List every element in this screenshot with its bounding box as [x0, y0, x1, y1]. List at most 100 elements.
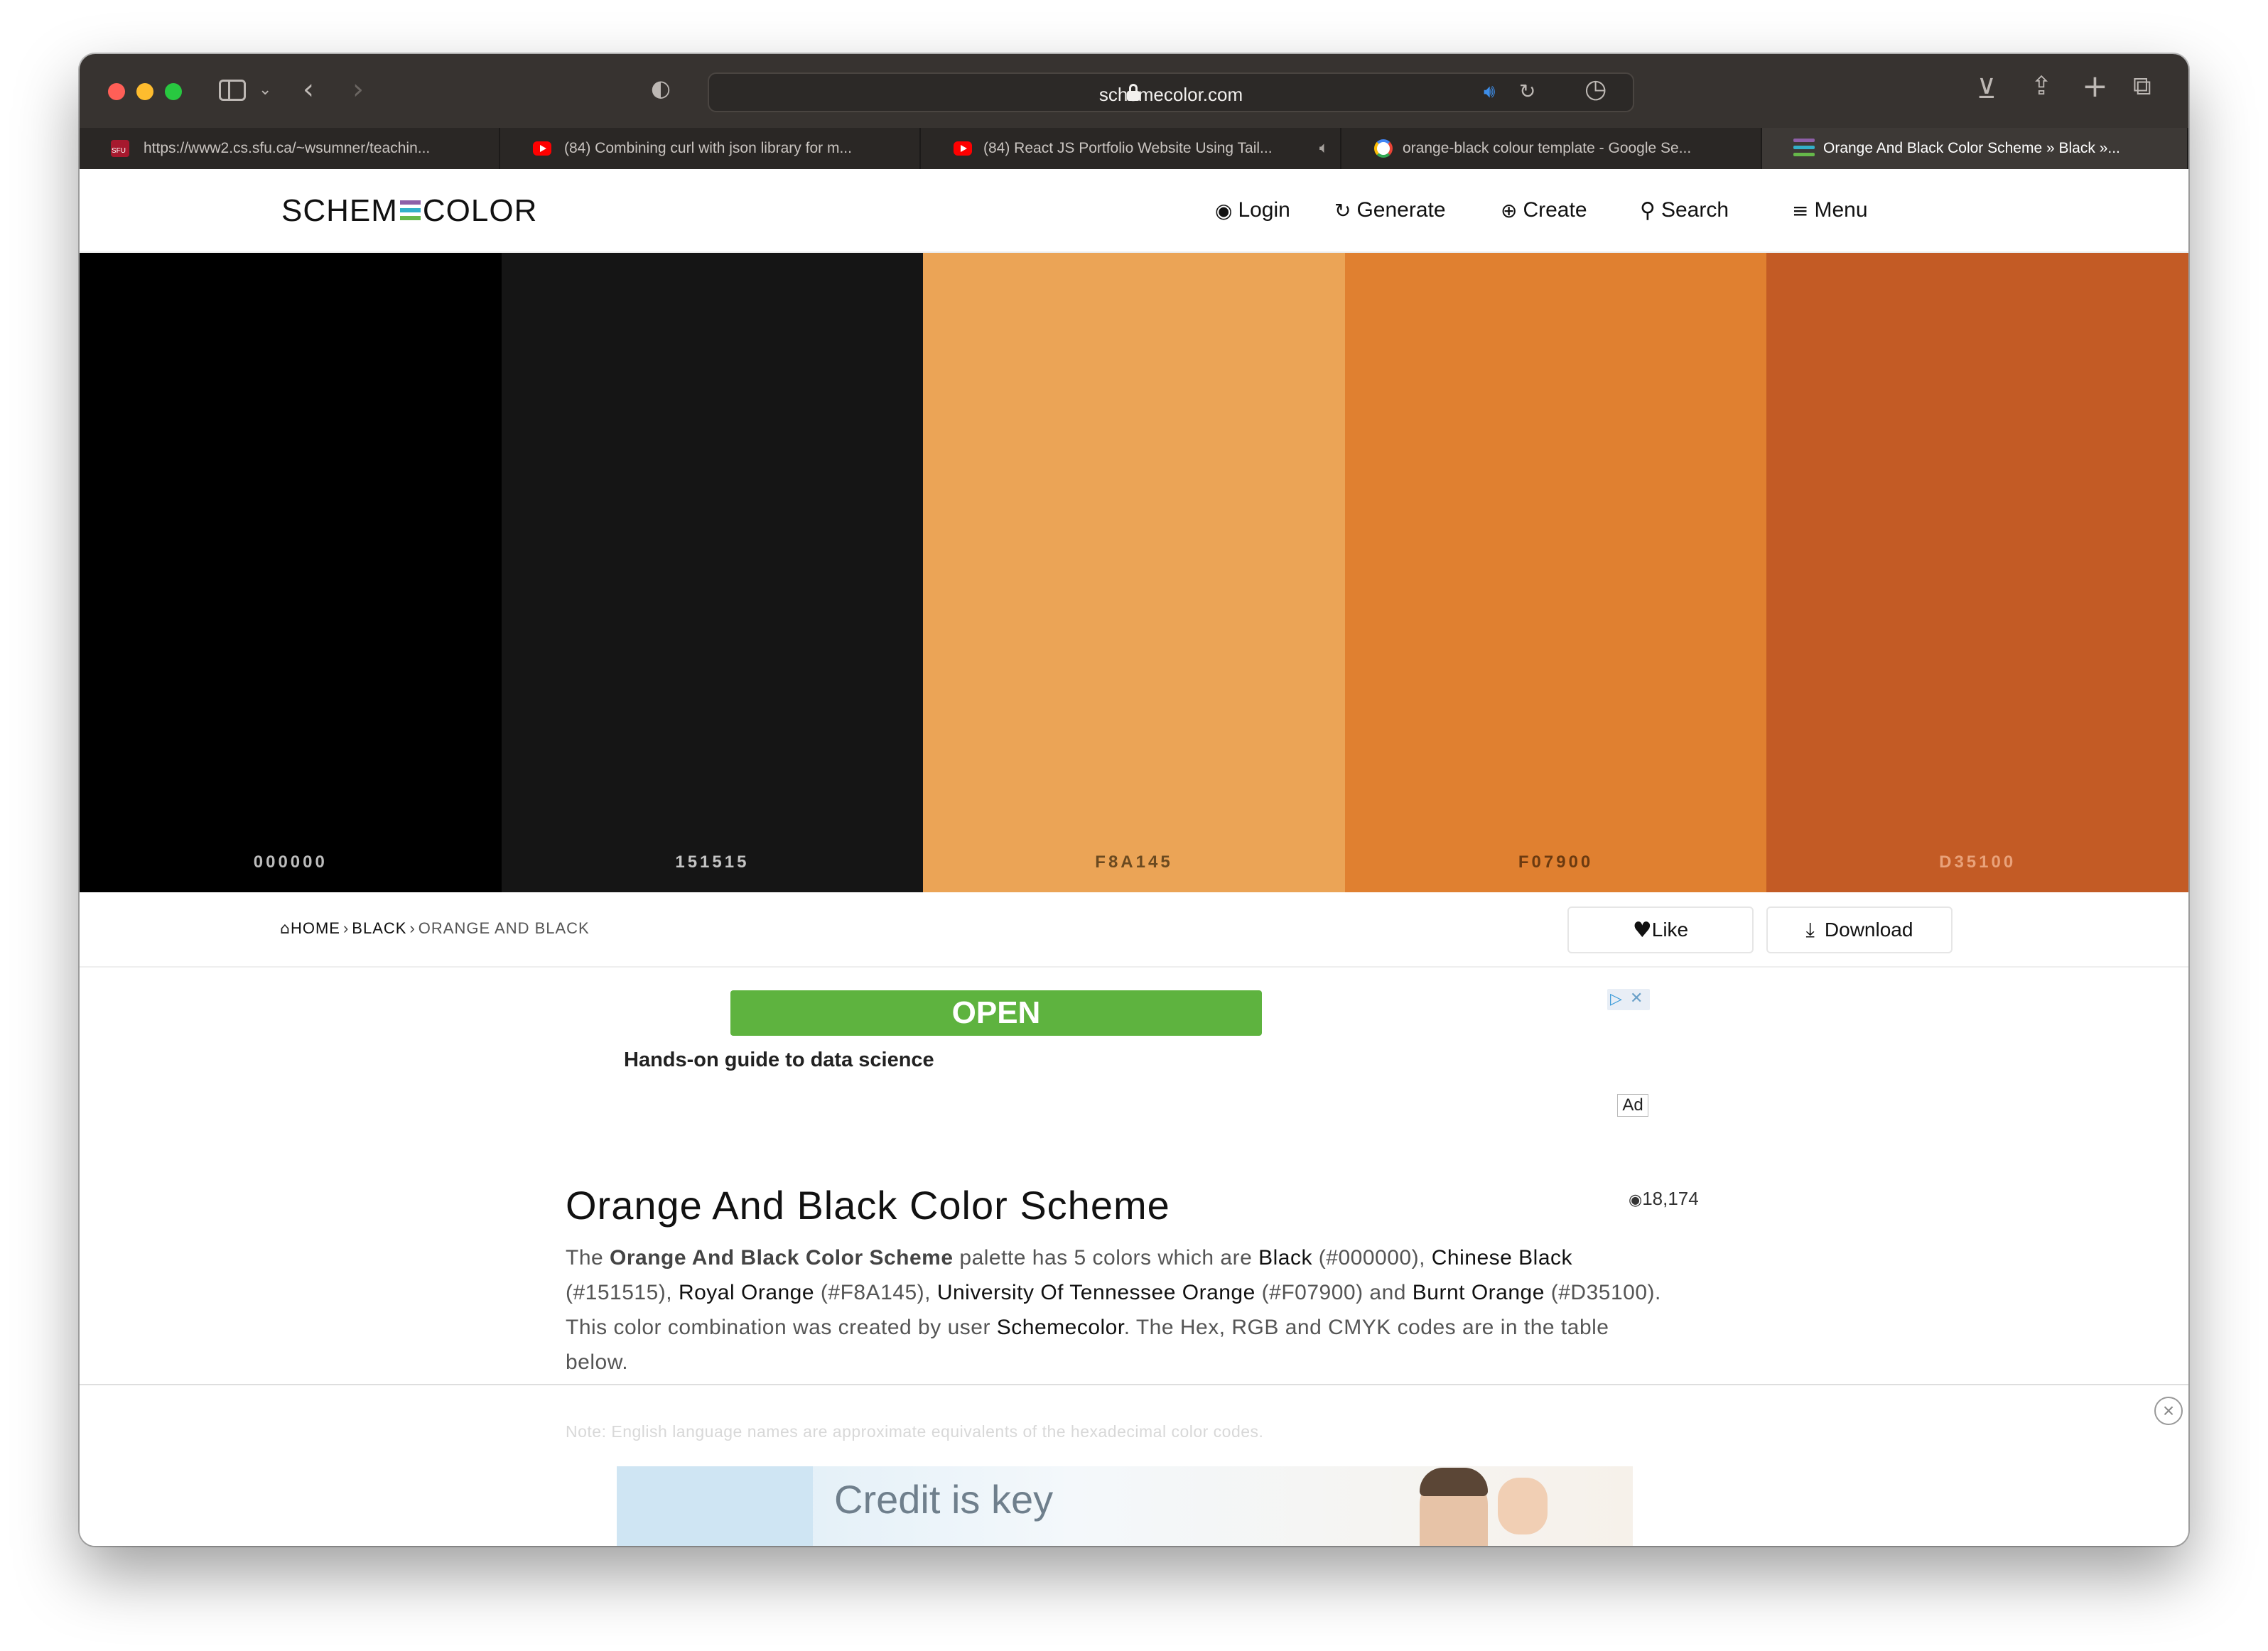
ad-open-button[interactable]: OPEN [730, 990, 1262, 1036]
nav-generate-label: Generate [1356, 198, 1446, 222]
swatch-hex[interactable]: D35100 [1766, 852, 2188, 872]
tab-sfu[interactable]: https://www2.cs.sfu.ca/~wsumner/teachin.… [80, 128, 500, 169]
tab-google[interactable]: orange-black colour template - Google Se… [1341, 128, 1762, 169]
address-bar[interactable]: schemecolor.com 🔊︎ ↻ [708, 72, 1634, 112]
tab-title: orange-black colour template - Google Se… [1403, 140, 1692, 156]
site-header: SCHEM COLOR ◉ Login ↻ Generate ⊕ Create ⚲… [80, 169, 2188, 253]
ad-tagline[interactable]: Hands-on guide to data science [624, 1049, 934, 1072]
like-button[interactable]: ♥ Like [1567, 906, 1754, 953]
nav-create[interactable]: ⊕ Create [1501, 195, 1587, 226]
privacy-shield-icon[interactable]: ◐ [651, 77, 671, 99]
swatch-hex[interactable]: 000000 [80, 852, 502, 872]
tab-title: (84) React JS Portfolio Website Using Ta… [983, 140, 1273, 156]
forward-icon[interactable]: › [352, 75, 364, 104]
like-label: Like [1651, 919, 1689, 941]
ad-badge: Ad [1617, 1094, 1648, 1117]
view-count-value: 18,174 [1642, 1188, 1699, 1209]
new-tab-plus-icon[interactable]: + [2082, 71, 2108, 102]
logo-right-text: COLOR [422, 193, 538, 228]
ad-headline: Credit is key [834, 1477, 1054, 1522]
share-icon[interactable]: ⇪ [2031, 74, 2052, 99]
nav-search[interactable]: ⚲ Search [1640, 195, 1729, 226]
article-description: The Orange And Black Color Scheme palett… [566, 1240, 1674, 1380]
sidebar-toggle-icon[interactable] [219, 80, 246, 101]
tab-title: (84) Combining curl with json library fo… [564, 140, 852, 156]
sfu-icon [111, 140, 129, 157]
ad-hand-image [1498, 1478, 1548, 1534]
description-paragraph: The Orange And Black Color Scheme palett… [566, 1246, 1661, 1304]
home-icon[interactable]: ⌂ [280, 920, 291, 938]
swatch-hex[interactable]: F07900 [1345, 852, 1767, 872]
nav-menu[interactable]: ≡ Menu [1792, 195, 1868, 226]
download-label: Download [1824, 919, 1913, 941]
ad-person-hair [1420, 1468, 1488, 1496]
site-logo[interactable]: SCHEM COLOR [281, 193, 537, 229]
download-button[interactable]: ⤓ Download [1766, 906, 1953, 953]
color-name-note: Note: English language names are approxi… [566, 1422, 1264, 1441]
nav-search-label: Search [1660, 198, 1729, 222]
breadcrumb-separator: › [409, 919, 416, 937]
sticky-ad-overlay: Note: English language names are approxi… [80, 1384, 2188, 1546]
refresh-icon: ↻ [1334, 198, 1351, 222]
close-window-button[interactable] [108, 83, 125, 100]
swatch-2[interactable]: 151515 [501, 253, 924, 892]
color-link-chinese-black[interactable]: Chinese Black [1432, 1246, 1572, 1270]
page-title: Orange And Black Color Scheme [566, 1183, 1170, 1228]
swatch-3[interactable]: F8A145 [923, 253, 1345, 892]
breadcrumb-home[interactable]: HOME [291, 919, 340, 937]
schemecolor-icon [1793, 139, 1815, 156]
creator-link[interactable]: Schemecolor [997, 1316, 1124, 1339]
breadcrumb-separator: › [342, 919, 350, 937]
scheme-name: Orange And Black Color Scheme [610, 1246, 954, 1270]
swatch-4[interactable]: F07900 [1344, 253, 1767, 892]
ad-image-panel [617, 1466, 813, 1546]
reload-icon[interactable]: ↻ [1519, 82, 1535, 102]
chevron-down-icon[interactable]: ⌄ [259, 82, 271, 98]
tab-overview-icon[interactable]: ⧉ [2133, 74, 2151, 99]
back-icon[interactable]: ‹ [303, 75, 314, 104]
swatch-5[interactable]: D35100 [1766, 253, 2188, 892]
breadcrumb-bar: ⌂HOME › BLACK › ORANGE AND BLACK ♥ Like ⤓ Do… [80, 892, 2188, 968]
view-count: ◉18,174 [1629, 1188, 1699, 1210]
tab-title: Orange And Black Color Scheme » Black ».… [1823, 140, 2120, 156]
youtube-icon [533, 141, 551, 156]
nav-menu-label: Menu [1814, 198, 1868, 222]
color-link-royal-orange[interactable]: Royal Orange [679, 1281, 814, 1304]
swatch-hex[interactable]: 151515 [502, 852, 924, 872]
logo-e-mark [399, 199, 421, 222]
nav-create-label: Create [1523, 198, 1587, 222]
color-link-black[interactable]: Black [1258, 1246, 1312, 1270]
tab-schemecolor[interactable]: Orange And Black Color Scheme » Black ».… [1762, 128, 2188, 169]
color-palette: 000000 151515 F8A145 F07900 D35100 [80, 253, 2188, 892]
user-icon: ◉ [1215, 198, 1233, 222]
swatch-hex[interactable]: F8A145 [923, 852, 1345, 872]
google-icon [1374, 139, 1393, 158]
nav-generate[interactable]: ↻ Generate [1334, 195, 1446, 226]
creator-paragraph: This color combination was created by us… [566, 1316, 1609, 1374]
downloads-icon[interactable]: ⊻ [1977, 75, 1997, 102]
history-clock-icon[interactable]: ◷ [1584, 77, 1606, 102]
close-ad-button[interactable]: × [2154, 1397, 2183, 1425]
tab-youtube-curl[interactable]: (84) Combining curl with json library fo… [500, 128, 921, 169]
bottom-ad-banner[interactable]: Credit is key [617, 1466, 1633, 1546]
nav-login-label: Login [1238, 198, 1290, 222]
plus-circle-icon: ⊕ [1501, 198, 1518, 222]
breadcrumb-black[interactable]: BLACK [352, 919, 406, 937]
tab-youtube-react[interactable]: (84) React JS Portfolio Website Using Ta… [921, 128, 1341, 169]
tab-strip: https://www2.cs.sfu.ca/~wsumner/teachin.… [80, 128, 2188, 169]
tab-title: https://www2.cs.sfu.ca/~wsumner/teachin.… [144, 140, 431, 156]
color-link-burnt-orange[interactable]: Burnt Orange [1413, 1281, 1545, 1304]
speaker-icon[interactable]: 🔈︎ [1319, 128, 1329, 169]
zoom-window-button[interactable] [165, 83, 182, 100]
breadcrumb: ⌂HOME › BLACK › ORANGE AND BLACK [280, 919, 590, 938]
minimize-window-button[interactable] [136, 83, 153, 100]
search-icon: ⚲ [1640, 197, 1656, 223]
swatch-1[interactable]: 000000 [80, 253, 502, 892]
color-link-ut-orange[interactable]: University Of Tennessee Orange [937, 1281, 1256, 1304]
audio-icon[interactable]: 🔊︎ [1484, 82, 1495, 101]
heart-icon: ♥ [1632, 917, 1652, 943]
logo-left-text: SCHEM [281, 193, 398, 228]
nav-login[interactable]: ◉ Login [1215, 195, 1290, 226]
breadcrumb-current: ORANGE AND BLACK [418, 919, 590, 937]
adchoices-icon[interactable]: ▷ ✕ [1607, 989, 1650, 1010]
